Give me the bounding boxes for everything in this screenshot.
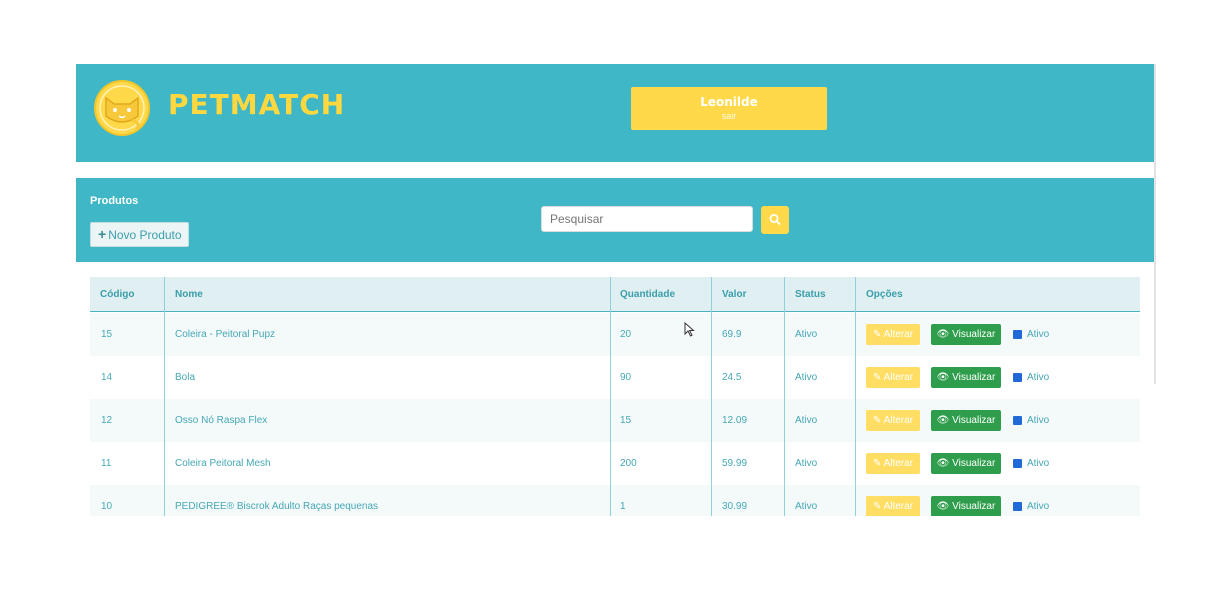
cell-value: 30.99: [722, 501, 748, 512]
cell-quantity: 90: [620, 372, 632, 383]
table-row[interactable]: 12 Osso Nó Raspa Flex 15 12.09 Ativo ✎ A…: [90, 399, 1140, 442]
brand-name: PETMATCH: [168, 88, 346, 121]
cell-code: 11: [101, 458, 112, 469]
view-button-label: Visualizar: [952, 415, 996, 426]
top-header: PETMATCH Leonilde sair: [76, 64, 1156, 162]
user-name: Leonilde: [700, 95, 758, 109]
active-checkbox[interactable]: [1013, 373, 1022, 382]
logout-link[interactable]: sair: [631, 111, 827, 121]
pencil-icon: ✎: [872, 501, 884, 512]
edit-button[interactable]: ✎ Alterar: [866, 453, 920, 474]
cell-value: 69.9: [722, 329, 742, 340]
active-checkbox[interactable]: [1013, 459, 1022, 468]
active-checkbox[interactable]: [1013, 330, 1022, 339]
table-row[interactable]: 10 PEDIGREE® Biscrok Adulto Raças pequen…: [90, 485, 1140, 516]
cell-quantity: 1: [620, 501, 626, 512]
cell-quantity: 15: [620, 415, 632, 426]
eye-icon: 👁: [936, 415, 953, 426]
column-header-value[interactable]: Valor: [722, 277, 746, 312]
table-row[interactable]: 15 Coleira - Peitoral Pupz 20 69.9 Ativo…: [90, 313, 1140, 356]
column-header-quantity[interactable]: Quantidade: [620, 277, 675, 312]
eye-icon: 👁: [936, 458, 953, 469]
eye-icon: 👁: [936, 372, 953, 383]
view-button-label: Visualizar: [952, 501, 996, 512]
cell-code: 14: [101, 372, 113, 383]
view-button[interactable]: 👁 Visualizar: [931, 367, 1001, 388]
cell-name: PEDIGREE® Biscrok Adulto Raças pequenas: [175, 501, 379, 512]
window-edge: [1154, 64, 1156, 384]
active-checkbox-label: Ativo: [1027, 458, 1050, 469]
column-header-options: Opções: [866, 289, 903, 300]
edit-button[interactable]: ✎ Alterar: [866, 410, 920, 431]
view-button[interactable]: 👁 Visualizar: [931, 410, 1001, 431]
view-button-label: Visualizar: [952, 372, 996, 383]
app-window: PETMATCH Leonilde sair Produtos + Novo Pr…: [76, 64, 1156, 516]
cell-name: Coleira - Peitoral Pupz: [175, 329, 276, 340]
cell-quantity: 20: [620, 329, 632, 340]
view-button-label: Visualizar: [952, 458, 996, 469]
cell-status: Ativo: [795, 458, 818, 469]
view-button[interactable]: 👁 Visualizar: [931, 324, 1001, 345]
column-divider: [610, 277, 611, 516]
new-product-button[interactable]: + Novo Produto: [90, 222, 189, 247]
table-row[interactable]: 14 Bola 90 24.5 Ativo ✎ Alterar 👁 Visual…: [90, 356, 1140, 399]
user-box: Leonilde sair: [631, 87, 827, 130]
plus-icon: +: [98, 226, 107, 242]
new-product-label: Novo Produto: [108, 228, 182, 242]
cell-quantity: 200: [620, 458, 637, 469]
page-title: Produtos: [90, 195, 139, 207]
edit-button-label: Alterar: [883, 372, 914, 383]
edit-button[interactable]: ✎ Alterar: [866, 324, 920, 345]
view-button-label: Visualizar: [952, 329, 996, 340]
cat-logo-icon[interactable]: [92, 76, 152, 140]
pencil-icon: ✎: [872, 458, 884, 469]
eye-icon: 👁: [936, 329, 953, 340]
active-checkbox-label: Ativo: [1027, 372, 1050, 383]
edit-button-label: Alterar: [883, 329, 914, 340]
column-divider: [855, 277, 856, 516]
column-divider: [784, 277, 785, 516]
active-checkbox[interactable]: [1013, 416, 1022, 425]
active-checkbox-label: Ativo: [1027, 501, 1050, 512]
active-checkbox-label: Ativo: [1027, 415, 1050, 426]
column-divider: [164, 277, 165, 516]
table-row[interactable]: 11 Coleira Peitoral Mesh 200 59.99 Ativo…: [90, 442, 1140, 485]
cell-status: Ativo: [795, 372, 818, 383]
active-checkbox-label: Ativo: [1027, 329, 1050, 340]
products-toolbar: Produtos + Novo Produto: [76, 178, 1156, 262]
edit-button-label: Alterar: [883, 458, 914, 469]
view-button[interactable]: 👁 Visualizar: [931, 496, 1001, 516]
cell-name: Coleira Peitoral Mesh: [175, 458, 271, 469]
pencil-icon: ✎: [872, 415, 884, 426]
edit-button-label: Alterar: [883, 415, 914, 426]
cell-status: Ativo: [795, 415, 818, 426]
search-input[interactable]: [541, 206, 753, 232]
search-icon: [769, 213, 781, 225]
cell-code: 12: [101, 415, 113, 426]
cell-status: Ativo: [795, 329, 818, 340]
edit-button-label: Alterar: [883, 501, 914, 512]
eye-icon: 👁: [936, 501, 953, 512]
column-header-code[interactable]: Código: [100, 277, 134, 312]
column-divider: [711, 277, 712, 516]
pencil-icon: ✎: [872, 372, 884, 383]
cell-name: Osso Nó Raspa Flex: [175, 415, 268, 426]
edit-button[interactable]: ✎ Alterar: [866, 496, 920, 516]
edit-button[interactable]: ✎ Alterar: [866, 367, 920, 388]
column-header-status[interactable]: Status: [795, 277, 826, 312]
cell-status: Ativo: [795, 501, 818, 512]
cell-code: 10: [101, 501, 113, 512]
cell-value: 24.5: [722, 372, 742, 383]
cell-name: Bola: [175, 372, 196, 383]
pencil-icon: ✎: [872, 329, 884, 340]
active-checkbox[interactable]: [1013, 502, 1022, 511]
search-button[interactable]: [761, 206, 789, 234]
view-button[interactable]: 👁 Visualizar: [931, 453, 1001, 474]
mouse-pointer-icon: [684, 322, 695, 337]
cell-code: 15: [101, 329, 113, 340]
column-header-name[interactable]: Nome: [175, 277, 203, 312]
cell-value: 12.09: [722, 415, 748, 426]
table-header: Código Nome Quantidade Valor Status Opçõ…: [90, 277, 1140, 312]
cell-value: 59.99: [722, 458, 748, 469]
